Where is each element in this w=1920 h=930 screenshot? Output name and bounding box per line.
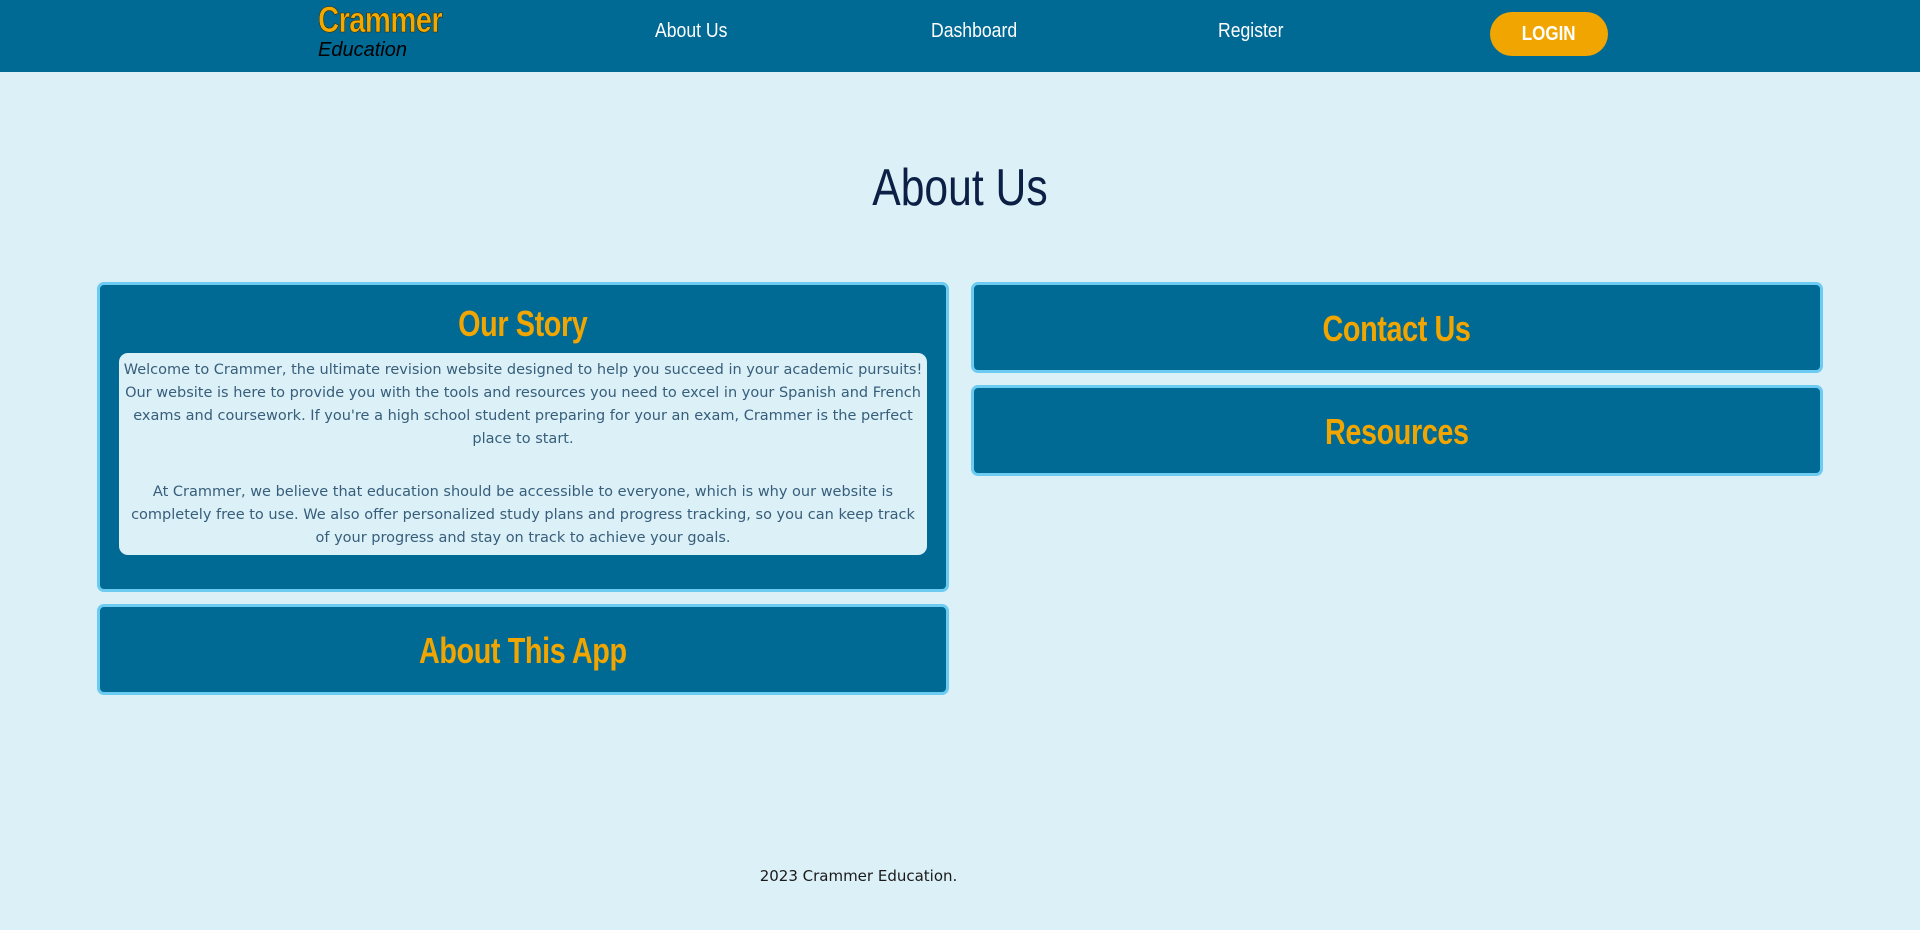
brand-logo[interactable]: Crammer Education: [318, 0, 469, 61]
our-story-heading[interactable]: Our Story: [100, 306, 946, 342]
resources-heading-text: Resources: [1325, 411, 1469, 452]
contact-us-card[interactable]: Contact Us: [971, 282, 1823, 373]
nav-link-about-us[interactable]: About Us: [655, 20, 727, 43]
our-story-body: Welcome to Crammer, the ultimate revisio…: [119, 353, 927, 555]
about-this-app-card[interactable]: About This App: [97, 604, 949, 695]
login-button-label: LOGIN: [1522, 22, 1576, 45]
resources-heading[interactable]: Resources: [974, 414, 1820, 450]
page-title-text: About Us: [872, 159, 1048, 217]
login-button[interactable]: LOGIN: [1490, 12, 1608, 56]
our-story-heading-text: Our Story: [458, 303, 588, 344]
contact-us-heading[interactable]: Contact Us: [974, 311, 1820, 347]
brand-title: Crammer: [318, 0, 443, 40]
nav-link-dashboard[interactable]: Dashboard: [931, 20, 1017, 43]
about-this-app-heading[interactable]: About This App: [100, 633, 946, 669]
resources-card[interactable]: Resources: [971, 385, 1823, 476]
story-paragraph: At Crammer, we believe that education sh…: [131, 484, 915, 546]
footer: 2023 Crammer Education.: [0, 867, 1717, 885]
nav-link-register[interactable]: Register: [1218, 20, 1284, 43]
story-paragraph: Welcome to Crammer, the ultimate revisio…: [123, 362, 923, 447]
footer-text: 2023 Crammer Education.: [759, 867, 958, 885]
brand-subtitle: Education: [318, 39, 407, 61]
about-this-app-heading-text: About This App: [419, 630, 627, 671]
top-navbar: Crammer Education About Us Dashboard Reg…: [0, 0, 1920, 72]
our-story-card: Our Story Welcome to Crammer, the ultima…: [97, 282, 949, 592]
page-title: About Us: [0, 162, 1920, 214]
contact-us-heading-text: Contact Us: [1322, 308, 1472, 349]
